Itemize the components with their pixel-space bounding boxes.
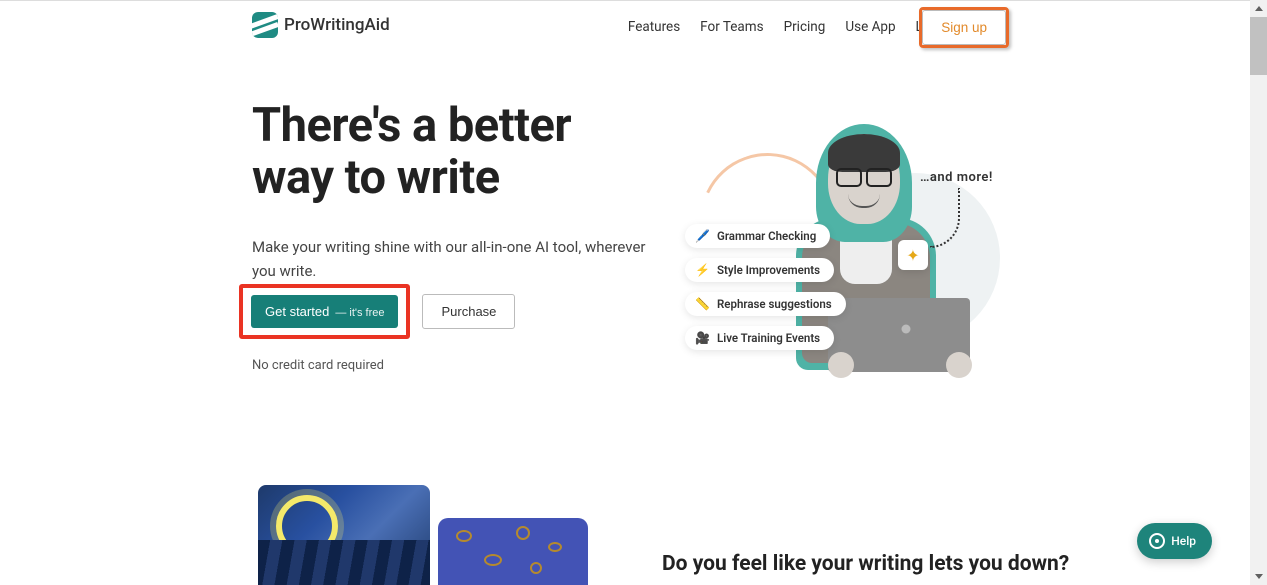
brand-logo-text: ProWritingAid <box>284 15 390 35</box>
hero-headline: There's a better way to write <box>252 100 652 203</box>
chip-rephrase: 📏 Rephrase suggestions <box>685 292 846 316</box>
pen-icon: 🖊️ <box>695 229 709 243</box>
hero: There's a better way to write Make your … <box>252 100 652 283</box>
section2-panel <box>438 518 588 585</box>
top-border <box>0 0 1250 1</box>
no-card-text: No credit card required <box>252 358 384 373</box>
brand-logo[interactable]: ProWritingAid <box>252 12 390 38</box>
help-button[interactable]: Help <box>1137 523 1212 559</box>
scroll-up-icon[interactable] <box>1250 0 1267 17</box>
hero-headline-line2: way to write <box>252 150 500 205</box>
brand-logo-icon <box>252 12 278 38</box>
scroll-down-icon[interactable] <box>1250 568 1267 585</box>
hero-subtext: Make your writing shine with our all-in-… <box>252 235 652 283</box>
chip-grammar: 🖊️ Grammar Checking <box>685 224 830 248</box>
sparkle-icon: ✦ <box>906 246 919 265</box>
chip-label: Grammar Checking <box>717 229 816 243</box>
nav-features[interactable]: Features <box>628 19 680 35</box>
camera-icon: 🎥 <box>695 331 709 345</box>
section2-heading: Do you feel like your writing lets you d… <box>662 552 1069 576</box>
chip-training: 🎥 Live Training Events <box>685 326 834 350</box>
get-started-label: Get started <box>265 304 329 319</box>
nav-pricing[interactable]: Pricing <box>784 19 826 35</box>
and-more-label: …and more! <box>920 170 993 185</box>
ruler-icon: 📏 <box>695 297 709 311</box>
purchase-button[interactable]: Purchase <box>422 294 515 329</box>
nav-use-app[interactable]: Use App <box>845 19 895 35</box>
scrollbar-thumb[interactable] <box>1250 17 1267 75</box>
cta-row: Get started — it's free Purchase <box>239 284 515 339</box>
bolt-icon: ⚡ <box>695 263 709 277</box>
feature-chips: 🖊️ Grammar Checking ⚡ Style Improvements… <box>685 224 846 350</box>
scrollbar[interactable] <box>1250 0 1267 585</box>
signup-button[interactable]: Sign up <box>922 10 1006 45</box>
help-label: Help <box>1171 534 1196 548</box>
sparkle-card: ✦ <box>898 240 928 270</box>
chip-style: ⚡ Style Improvements <box>685 258 834 282</box>
page: ProWritingAid Features For Teams Pricing… <box>0 0 1250 585</box>
help-icon <box>1149 533 1165 549</box>
get-started-suffix: — it's free <box>335 307 384 319</box>
chip-label: Rephrase suggestions <box>717 297 832 311</box>
header: ProWritingAid Features For Teams Pricing… <box>0 3 1250 47</box>
getstarted-highlight: Get started — it's free <box>239 284 410 339</box>
get-started-button[interactable]: Get started — it's free <box>251 295 398 328</box>
chip-label: Live Training Events <box>717 331 820 345</box>
signup-highlight: Sign up <box>919 7 1009 48</box>
hero-headline-line1: There's a better <box>252 98 571 153</box>
chip-label: Style Improvements <box>717 263 820 277</box>
nav-for-teams[interactable]: For Teams <box>700 19 763 35</box>
section2-artwork <box>258 485 430 585</box>
